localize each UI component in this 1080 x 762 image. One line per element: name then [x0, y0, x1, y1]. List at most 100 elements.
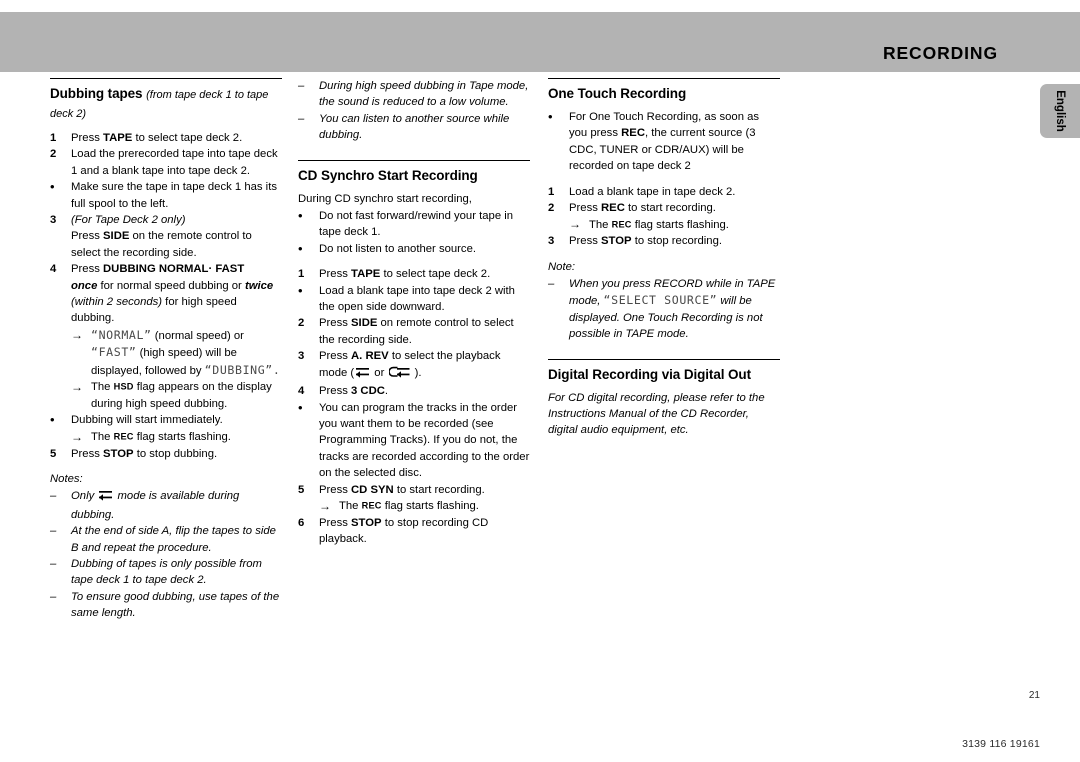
list-item: 4 Press DUBBING NORMAL· FAST once for nor…	[50, 261, 282, 327]
list-text: (For Tape Deck 2 only) Press SIDE on the …	[71, 214, 252, 259]
list-item: 5 Press CD SYN to start recording.	[298, 482, 530, 498]
list-text: Only mode is available during dubbing.	[71, 489, 240, 521]
list-text: Make sure the tape in tape deck 1 has it…	[71, 181, 277, 210]
list-marker: •	[50, 179, 55, 195]
list-item: – Only mode is available during dubbing.	[50, 488, 282, 523]
list-marker: 3	[548, 235, 555, 248]
list-text: Dubbing will start immediately.	[71, 414, 223, 427]
list-text: Press 3 CDC.	[319, 385, 389, 398]
list-text: The REC flag starts flashing.	[589, 218, 729, 231]
list-item: – During high speed dubbing in Tape mode…	[298, 78, 530, 111]
arrow-icon: →	[319, 498, 331, 513]
list-text: At the end of side A, flip the tapes to …	[71, 525, 276, 554]
list-item: 2 Press SIDE on remote control to select…	[298, 315, 530, 348]
list-item: 2 Press REC to start recording.	[548, 200, 780, 216]
list-marker: 3	[298, 350, 305, 363]
list-marker: 2	[50, 148, 57, 161]
list-item: • You can program the tracks in the orde…	[298, 400, 530, 482]
list-text: Load a blank tape in tape deck 2.	[569, 185, 736, 198]
list-item: 1 Press TAPE to select tape deck 2.	[50, 130, 282, 146]
section-body: For CD digital recording, please refer t…	[548, 391, 765, 437]
list-marker: –	[298, 80, 305, 92]
list-marker: •	[298, 282, 303, 298]
arrow-icon: →	[71, 429, 83, 444]
list-item: 3 Press STOP to stop recording.	[548, 233, 780, 249]
list-item: 1 Load a blank tape in tape deck 2.	[548, 184, 780, 200]
tape-autoreverse-icon	[98, 489, 113, 506]
list-item: – When you press RECORD while in TAPE mo…	[548, 276, 780, 343]
list-item: – To ensure good dubbing, use tapes of t…	[50, 589, 282, 622]
list-text: Do not fast forward/rewind your tape in …	[319, 210, 514, 239]
tape-autoreverse-icon	[355, 366, 370, 383]
list-item: 4 Press 3 CDC.	[298, 383, 530, 399]
list-marker: 2	[298, 317, 305, 330]
column-one: Dubbing tapes (from tape deck 1 to tape …	[50, 78, 282, 622]
list-text: You can listen to another source while d…	[319, 112, 510, 142]
list-text: To ensure good dubbing, use tapes of the…	[71, 590, 280, 620]
list-marker: 1	[548, 185, 555, 198]
list-text: During high speed dubbing in Tape mode, …	[319, 80, 529, 109]
page-number: 21	[1028, 690, 1040, 701]
lcd-display-text: “DUBBING”.	[204, 362, 281, 377]
list-text: “NORMAL” (normal speed) or “FAST” (high …	[91, 327, 281, 377]
list-marker: –	[50, 525, 57, 538]
list-item-arrow: → “NORMAL” (normal speed) or “FAST” (hig…	[71, 327, 282, 379]
list-item-arrow: → The HSD flag appears on the display du…	[71, 379, 282, 412]
section-rule	[548, 78, 780, 79]
column-three: One Touch Recording • For One Touch Reco…	[548, 78, 780, 440]
section-title-cd-synchro: CD Synchro Start Recording	[298, 167, 478, 183]
list-item: – Dubbing of tapes is only possible from…	[50, 556, 282, 589]
list-text: Press DUBBING NORMAL· FAST once for norma…	[71, 263, 274, 325]
list-item: • Load a blank tape into tape deck 2 wit…	[298, 283, 530, 316]
list-text: Load a blank tape into tape deck 2 with …	[319, 284, 515, 314]
list-marker: 5	[50, 447, 57, 460]
list-text: Press A. REV to select the playback mode…	[319, 350, 500, 378]
list-marker: –	[50, 590, 57, 603]
list-marker: –	[50, 557, 57, 570]
list-item: 3 (For Tape Deck 2 only) Press SIDE on th…	[50, 212, 282, 261]
list-text: Do not listen to another source.	[319, 242, 476, 255]
list-text: When you press RECORD while in TAPE mode…	[569, 278, 776, 341]
list-text: Press SIDE on remote control to select t…	[319, 317, 514, 346]
language-tab-label: English	[1054, 90, 1066, 132]
list-marker: •	[298, 208, 303, 224]
section-intro: During CD synchro start recording,	[298, 192, 472, 205]
list-text: You can program the tracks in the order …	[319, 401, 530, 480]
list-marker: •	[50, 412, 55, 428]
list-marker: 5	[298, 483, 305, 496]
tape-autoreverse-repeat-icon	[387, 366, 411, 383]
lcd-display-text: “SELECT SOURCE”	[603, 293, 718, 308]
list-marker: 6	[298, 516, 305, 529]
rec-flag-label: REC	[361, 500, 382, 511]
list-marker: 1	[298, 268, 305, 281]
section-rule	[548, 358, 780, 360]
list-item: • Do not fast forward/rewind your tape i…	[298, 208, 530, 241]
arrow-icon: →	[569, 217, 581, 232]
list-marker: 4	[298, 385, 305, 398]
list-item: 3 Press A. REV to select the playback mo…	[298, 348, 530, 383]
list-text: Press REC to start recording.	[569, 202, 716, 215]
part-number: 3139 116 19161	[962, 738, 1040, 750]
list-item: • For One Touch Recording, as soon as yo…	[548, 109, 780, 175]
list-item: – You can listen to another source while…	[298, 111, 530, 144]
list-marker: •	[298, 399, 303, 415]
list-text: Dubbing of tapes is only possible from t…	[71, 557, 262, 587]
section-title-digital-recording: Digital Recording via Digital Out	[548, 366, 751, 382]
list-marker: 3	[50, 214, 57, 227]
list-item: 1 Press TAPE to select tape deck 2.	[298, 266, 530, 282]
list-item: • Dubbing will start immediately.	[50, 412, 282, 428]
list-text: Press STOP to stop dubbing.	[71, 447, 218, 460]
section-title-one-touch-recording: One Touch Recording	[548, 86, 687, 101]
list-item: • Make sure the tape in tape deck 1 has …	[50, 179, 282, 212]
arrow-icon: →	[71, 327, 83, 342]
list-item-arrow: → The REC flag starts flashing.	[319, 498, 530, 515]
list-item: 2 Load the prerecorded tape into tape de…	[50, 146, 282, 179]
section-title-main: Dubbing tapes	[50, 86, 143, 101]
list-text: Press CD SYN to start recording.	[319, 483, 485, 496]
list-item-arrow: → The REC flag starts flashing.	[569, 216, 780, 233]
arrow-icon: →	[71, 380, 83, 395]
list-item: 5 Press STOP to stop dubbing.	[50, 446, 282, 462]
list-text: Press TAPE to select tape deck 2.	[71, 132, 243, 144]
